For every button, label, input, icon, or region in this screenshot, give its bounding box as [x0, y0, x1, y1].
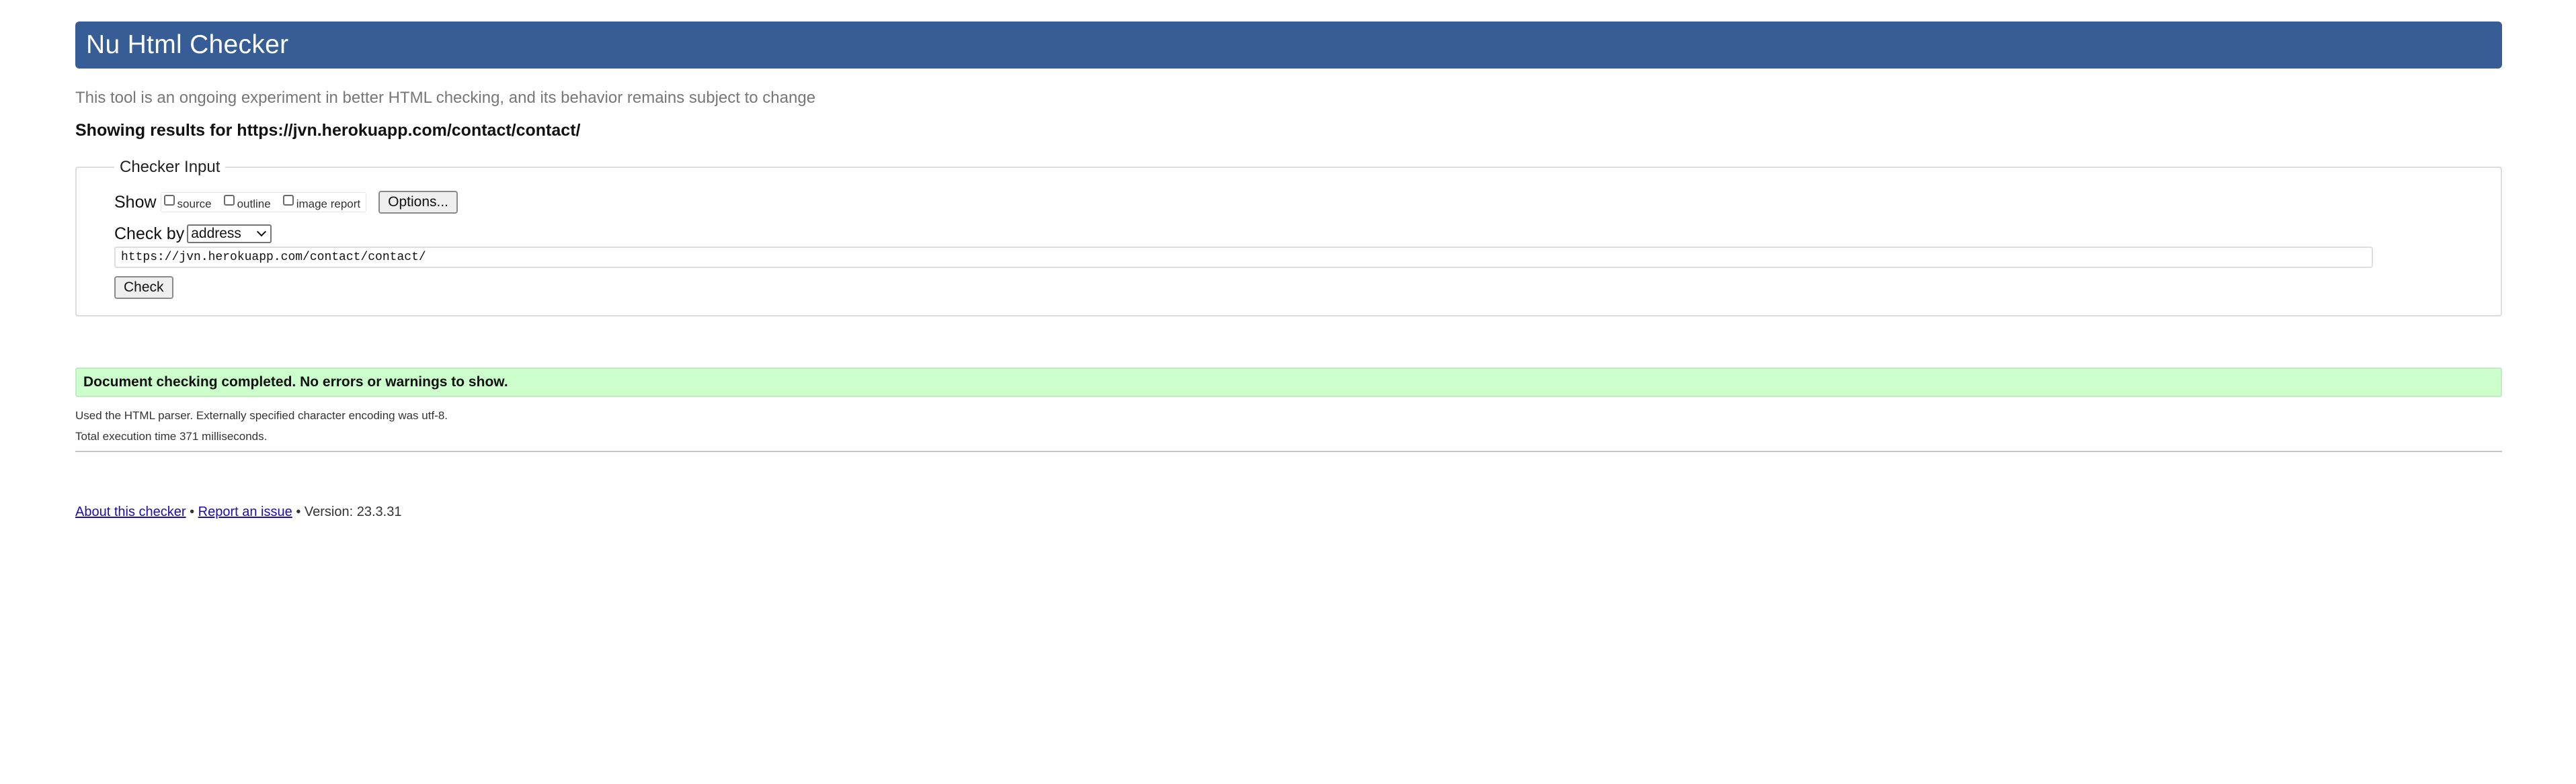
execution-time: Total execution time 371 milliseconds. — [75, 430, 268, 443]
checker-input-fieldset: Checker Input Show source outline image … — [75, 158, 2502, 316]
parser-info: Used the HTML parser. Externally specifi… — [75, 409, 448, 422]
footer-separator: • — [190, 505, 195, 519]
report-issue-link[interactable]: Report an issue — [198, 505, 292, 519]
results-heading: Showing results for https://jvn.herokuap… — [75, 121, 581, 140]
source-label: source — [177, 198, 212, 210]
image-report-checkbox[interactable] — [282, 195, 294, 206]
footer-separator: • — [296, 505, 301, 519]
outline-label: outline — [237, 198, 271, 210]
check-by-selected-value: address — [191, 226, 241, 241]
header-bar: Nu Html Checker — [75, 21, 2502, 69]
outline-checkbox[interactable] — [223, 195, 235, 206]
show-options-group: source outline image report — [160, 192, 367, 212]
tagline: This tool is an ongoing experiment in be… — [75, 89, 816, 107]
show-label: Show — [114, 192, 157, 212]
show-source-option[interactable]: source — [163, 195, 212, 210]
checker-input-legend: Checker Input — [120, 158, 220, 176]
options-button[interactable]: Options... — [378, 191, 458, 214]
chevron-down-icon — [257, 226, 267, 237]
check-button[interactable]: Check — [114, 276, 173, 299]
source-checkbox[interactable] — [163, 195, 175, 206]
check-by-label: Check by — [114, 224, 185, 243]
show-outline-option[interactable]: outline — [223, 195, 271, 210]
image-report-label: image report — [296, 198, 361, 210]
result-details: Used the HTML parser. Externally specifi… — [75, 405, 2502, 447]
show-row: Show source outline image report Options… — [114, 189, 2501, 216]
footer: About this checker • Report an issue • V… — [75, 505, 2502, 520]
version-text: Version: 23.3.31 — [304, 505, 402, 519]
show-image-report-option[interactable]: image report — [282, 195, 361, 210]
check-by-row: Check by address — [114, 222, 2501, 245]
success-message: Document checking completed. No errors o… — [75, 367, 2502, 397]
divider — [75, 451, 2502, 452]
about-checker-link[interactable]: About this checker — [75, 505, 186, 519]
url-input[interactable] — [114, 247, 2373, 268]
page: Nu Html Checker This tool is an ongoing … — [75, 21, 2502, 520]
page-title: Nu Html Checker — [86, 30, 289, 59]
check-by-select[interactable]: address — [187, 224, 272, 243]
